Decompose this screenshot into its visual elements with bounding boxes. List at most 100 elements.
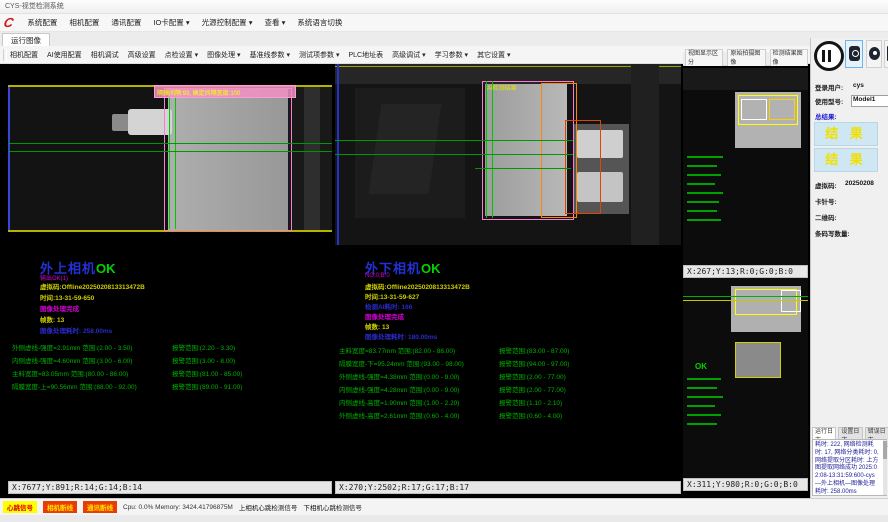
roi-outline-white	[781, 290, 801, 312]
left-camera-image[interactable]: 隔膜间隔:93, 确定间隔宽度:100	[8, 85, 332, 232]
center-barcode: 虚拟码:Offline2025020813313472B	[365, 281, 470, 291]
cpu-memory-readout: Cpu: 0.0% Memory: 3424.41796875M	[123, 504, 233, 511]
tool-plc-address[interactable]: PLC地址表	[349, 50, 384, 60]
tool-test-params[interactable]: 测试项参数 ▾	[299, 50, 339, 60]
measurement-text: 外侧虚线-高度=2.61mm 范围:(0.60 - 4.00)	[339, 410, 459, 420]
app-logo-icon: C	[2, 15, 15, 30]
measurement-text: 主料宽度=83.05mm 范围:(80.00 - 86.00)	[12, 368, 128, 378]
center-elapsed: 图像处理耗时: 180.00ms	[365, 331, 437, 341]
h-guide-green-3	[475, 168, 571, 169]
center-camera-view: AI检测结果 外下相机OK NG:0;B:0 虚拟码:Offline202502…	[335, 64, 681, 498]
top-band-region	[683, 68, 808, 90]
center-pixel-readout: X:270;Y:2502;R:17;G:17;B:17	[335, 481, 681, 494]
measurement-row: 隔膜宽度-上=90.56mm 范围:(88.00 - 92.00) 报警范围:(…	[12, 381, 342, 391]
menu-language-switch[interactable]: 系统语言切换	[297, 17, 342, 28]
pause-icon	[828, 50, 831, 62]
result-box-2: 结 果	[814, 148, 878, 172]
measurement-text: 外侧虚线-强度=4.38mm 范围:(0.00 - 9.00)	[339, 371, 459, 381]
left-camera-result: OK	[96, 261, 116, 276]
measurement-row: 主料宽度=83.05mm 范围:(80.00 - 86.00) 报警范围:(81…	[12, 368, 342, 378]
menu-light-config[interactable]: 光源控制配置 ▾	[202, 17, 253, 28]
tab-run-image[interactable]: 运行图像	[2, 33, 50, 47]
center-ai-time: 检测AI耗时: 166	[365, 301, 412, 311]
overlay-text-line	[687, 210, 717, 212]
record-dot-icon	[873, 51, 877, 55]
virtual-code-value: 20250208	[845, 180, 874, 187]
total-result-label: 总结果:	[815, 111, 837, 121]
tool-other-settings[interactable]: 其它设置 ▾	[477, 50, 510, 60]
menu-system-config[interactable]: 系统配置	[27, 17, 57, 28]
menu-camera-config[interactable]: 相机配置	[69, 17, 99, 28]
overlay-text-line	[687, 219, 721, 221]
measurement-row: 外侧虚线-高度=2.61mm 范围:(0.60 - 4.00) 报警范围:(0.…	[339, 410, 669, 420]
tool-learning-params[interactable]: 学习参数 ▾	[435, 50, 468, 60]
camera-offline-badge: 相机断线	[43, 501, 77, 513]
tool-advanced-debug[interactable]: 高级调试 ▾	[392, 50, 425, 60]
camera-capture-button[interactable]	[845, 40, 863, 68]
overlay-text-line	[687, 387, 717, 389]
edge-line-green-2	[175, 89, 176, 229]
measurement-row: 内侧虚线-高度=1.90mm 范围:(1.00 - 2.20) 报警范围:(1.…	[339, 397, 669, 407]
heartbeat-badge: 心跳信号	[3, 501, 37, 513]
tool-image-processing[interactable]: 图像处理 ▾	[207, 50, 240, 60]
right-band-region	[304, 87, 320, 230]
measurement-row: 主料宽度=83.77mm 范围:(82.00 - 88.00) 报警范围:(83…	[339, 345, 669, 355]
bottom-view-ok-label: OK	[695, 362, 707, 371]
tool-advanced-settings[interactable]: 高级设置	[128, 50, 156, 60]
log-scrollbar-thumb[interactable]	[883, 441, 887, 459]
measurement-alarm: 报警范围:(89.00 - 91.00)	[172, 381, 242, 391]
bottom-filler	[0, 515, 888, 522]
overlay-text-line	[687, 414, 721, 416]
app-window: CYS-视觉检测系统 C 系统配置 相机配置 通讯配置 IO卡配置 ▾ 光源控制…	[0, 0, 888, 522]
measurement-alarm: 报警范围:(0.60 - 4.00)	[499, 410, 562, 420]
edge-line-green-2	[492, 81, 493, 218]
qr-code-label: 二维码:	[815, 212, 837, 222]
measurement-text: 隔膜宽度-下=95.24mm 范围:(93.00 - 98.00)	[339, 358, 464, 368]
left-camera-view: 隔膜间隔:93, 确定间隔宽度:100 外上相机OK 输出OK(1) 虚拟码:O…	[8, 64, 332, 498]
h-guide-green-2	[335, 154, 573, 155]
measurement-alarm: 报警范围:(83.00 - 87.00)	[499, 345, 569, 355]
center-frames: 帧数: 13	[365, 321, 389, 331]
tool-baseline-params[interactable]: 基准线参数 ▾	[250, 50, 290, 60]
tool-spot-check[interactable]: 点检设置 ▾	[165, 50, 198, 60]
tool-camera-config[interactable]: 相机配置	[10, 50, 38, 60]
center-camera-image[interactable]: AI检测结果	[335, 64, 681, 245]
overlay-text-line	[687, 174, 721, 176]
overlay-text-line	[687, 378, 721, 380]
login-user-label: 登录用户:	[815, 82, 843, 92]
virtual-code-label: 虚拟码:	[815, 180, 837, 190]
log-scrollbar[interactable]	[883, 440, 887, 495]
right-view-tabs: 视图显示区分 原始拍摄图像 检测结果图像	[683, 52, 808, 66]
overlay-text-line	[687, 156, 723, 158]
title-bar[interactable]: CYS-视觉检测系统	[0, 0, 888, 14]
right-bottom-camera-image[interactable]: OK	[683, 278, 808, 478]
exit-button[interactable]	[884, 40, 888, 68]
record-button[interactable]	[866, 40, 882, 68]
menu-bar: C 系统配置 相机配置 通讯配置 IO卡配置 ▾ 光源控制配置 ▾ 查看 ▾ 系…	[0, 14, 888, 32]
roi-outline-white	[741, 99, 767, 120]
measurement-alarm: 报警范围:(94.00 - 97.00)	[499, 358, 569, 368]
left-frames: 帧数: 13	[40, 314, 64, 324]
h-guide-green-2	[8, 151, 332, 152]
camera-lens-icon	[852, 50, 859, 57]
h-guide-green	[683, 296, 808, 297]
model-select[interactable]: Model1	[851, 95, 888, 107]
tool-ai-config[interactable]: AI使用配置	[47, 50, 82, 60]
measurement-alarm: 报警范围:(81.00 - 85.00)	[172, 368, 242, 378]
tool-camera-debug[interactable]: 相机调试	[91, 50, 119, 60]
menu-view[interactable]: 查看 ▾	[265, 17, 286, 28]
result-box-1: 结 果	[814, 122, 878, 146]
right-top-camera-image[interactable]	[683, 68, 808, 265]
pause-button[interactable]	[814, 41, 844, 71]
menu-io-config[interactable]: IO卡配置 ▾	[153, 17, 189, 28]
upper-camera-heartbeat: 上相机心跳检测信号	[239, 502, 298, 512]
model-label: 使用型号:	[815, 96, 843, 106]
menu-comm-config[interactable]: 通讯配置	[111, 17, 141, 28]
center-camera-result: OK	[421, 261, 441, 276]
toolbar-grip	[3, 49, 7, 61]
measurement-alarm: 报警范围:(2.00 - 77.00)	[499, 371, 566, 381]
log-output[interactable]: 耗时: 222, 网络检测耗时: 17, 网络分类耗时: 0, 网络提取分区耗时…	[812, 439, 887, 496]
left-pixel-readout: X:7677;Y:891;R:14;G:14;B:14	[8, 481, 332, 494]
right-view-column: X:267;Y:13;R:0;G:0;B:0 OK X:311;Y:980;R:…	[683, 66, 808, 498]
center-time: 时间:13-31-59-627	[365, 291, 419, 301]
